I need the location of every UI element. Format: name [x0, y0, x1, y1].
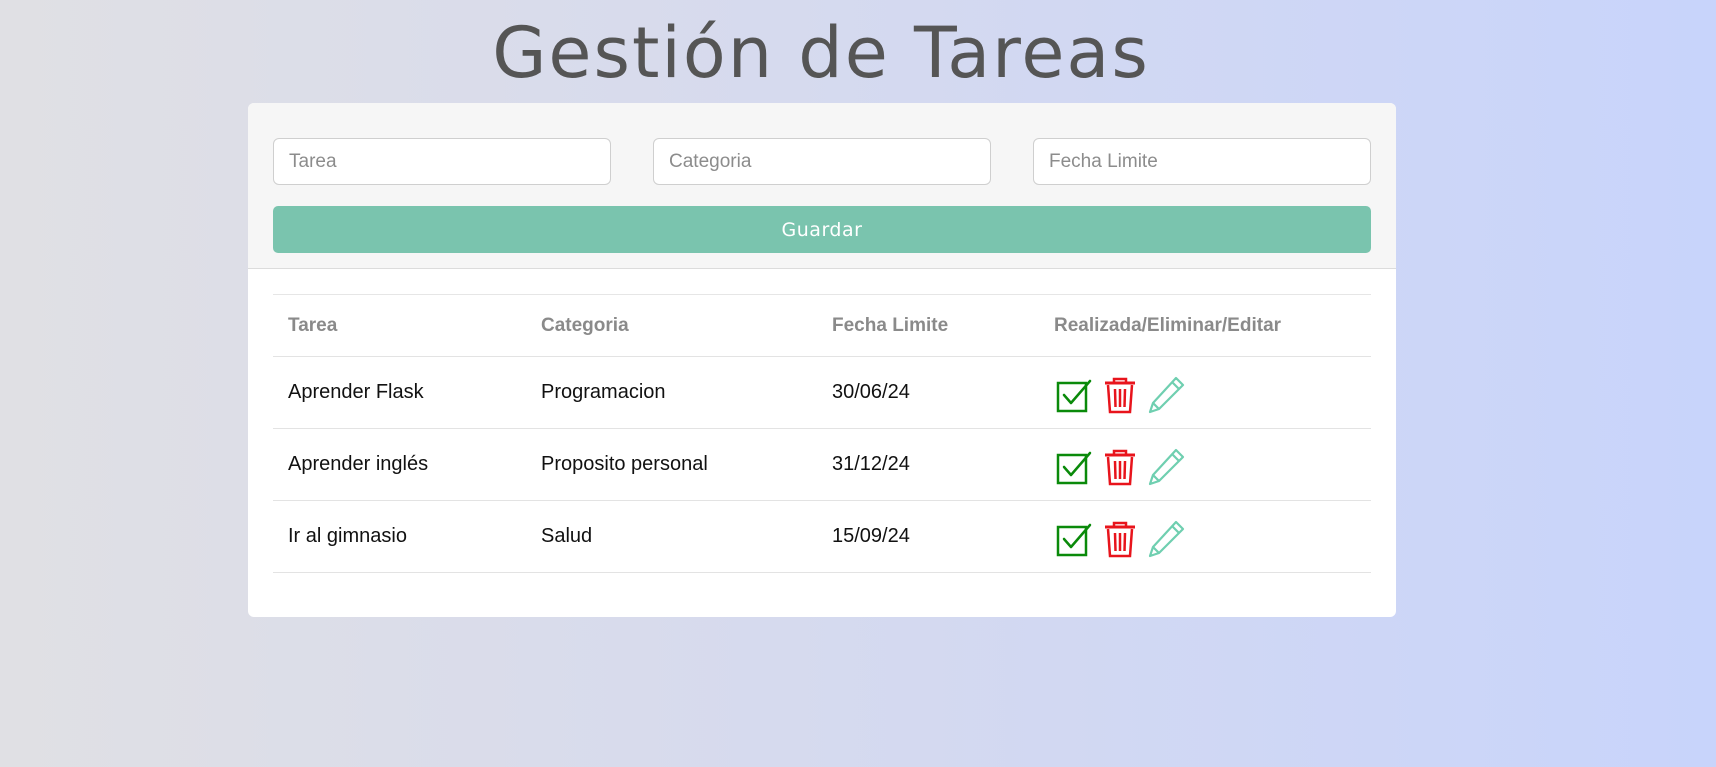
category-input[interactable] [653, 138, 991, 185]
header-category: Categoria [526, 294, 817, 357]
pencil-icon[interactable] [1146, 519, 1186, 559]
category-cell: Proposito personal [526, 428, 817, 501]
check-square-icon[interactable] [1054, 447, 1094, 487]
check-square-icon[interactable] [1054, 375, 1094, 415]
save-button[interactable]: Guardar [273, 206, 1371, 253]
header-deadline: Fecha Limite [817, 294, 1039, 357]
deadline-cell: 30/06/24 [817, 356, 1039, 429]
check-square-icon[interactable] [1054, 519, 1094, 559]
table-row: Aprender inglés Proposito personal 31/12… [273, 428, 1371, 501]
task-cell: Aprender Flask [273, 356, 526, 429]
pencil-icon[interactable] [1146, 447, 1186, 487]
table-header-row: Tarea Categoria Fecha Limite Realizada/E… [273, 294, 1371, 357]
trash-icon[interactable] [1100, 447, 1140, 487]
actions-cell [1039, 500, 1371, 573]
task-input[interactable] [273, 138, 611, 185]
actions-cell [1039, 356, 1371, 429]
header-actions: Realizada/Eliminar/Editar [1039, 294, 1371, 357]
pencil-icon[interactable] [1146, 375, 1186, 415]
task-cell: Aprender inglés [273, 428, 526, 501]
deadline-input[interactable] [1033, 138, 1371, 185]
task-card: Guardar Tarea Categoria Fecha Limite Rea… [248, 103, 1396, 617]
category-cell: Programacion [526, 356, 817, 429]
table-row: Ir al gimnasio Salud 15/09/24 [273, 500, 1371, 573]
table-row: Aprender Flask Programacion 30/06/24 [273, 356, 1371, 429]
category-cell: Salud [526, 500, 817, 573]
trash-icon[interactable] [1100, 519, 1140, 559]
task-form: Guardar [248, 103, 1396, 269]
task-table: Tarea Categoria Fecha Limite Realizada/E… [273, 294, 1371, 573]
header-task: Tarea [273, 294, 526, 357]
trash-icon[interactable] [1100, 375, 1140, 415]
task-cell: Ir al gimnasio [273, 500, 526, 573]
deadline-cell: 31/12/24 [817, 428, 1039, 501]
deadline-cell: 15/09/24 [817, 500, 1039, 573]
actions-cell [1039, 428, 1371, 501]
page-title: Gestión de Tareas [492, 12, 1150, 94]
